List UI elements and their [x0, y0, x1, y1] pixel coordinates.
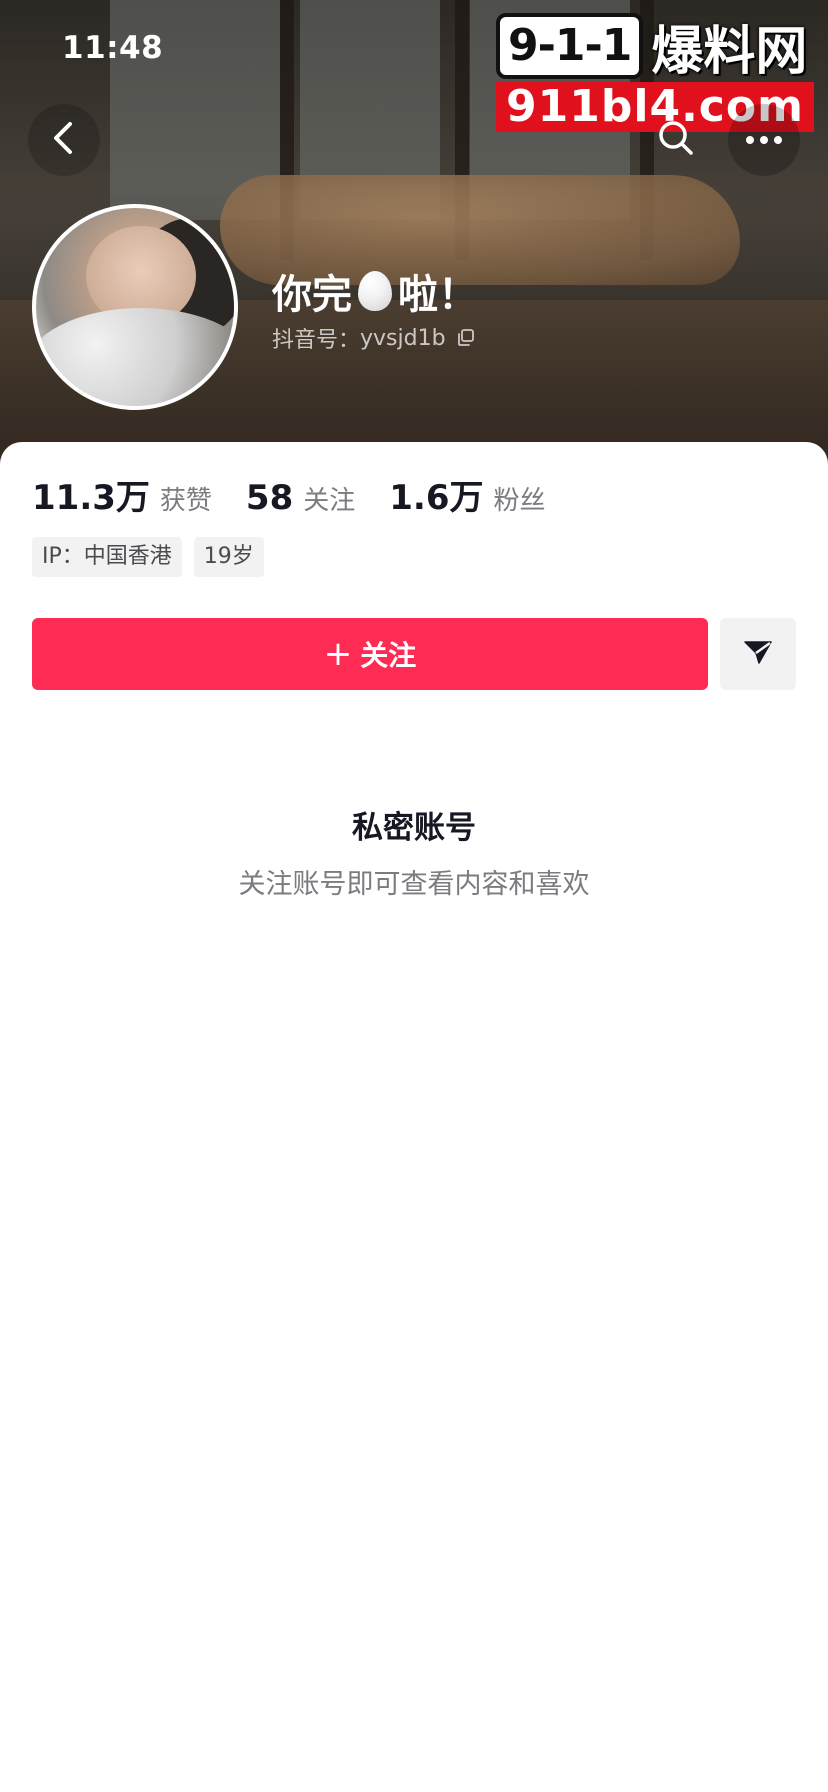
stat-following[interactable]: 58 关注: [246, 478, 355, 518]
stat-followers-value: 1.6万: [389, 478, 484, 518]
more-button[interactable]: [728, 104, 800, 176]
tag-age: 19岁: [193, 537, 264, 577]
send-icon: [742, 636, 774, 672]
search-button[interactable]: [640, 104, 712, 176]
follow-button-label: 关注: [360, 639, 417, 672]
search-icon: [656, 118, 696, 162]
follow-button[interactable]: + 关注: [32, 618, 708, 690]
profile-nickname: 你完 啦！: [272, 262, 478, 320]
stat-likes-value: 11.3万: [32, 478, 150, 518]
stat-following-label: 关注: [303, 486, 356, 516]
stat-following-value: 58: [245, 478, 294, 518]
profile-stats: 11.3万 获赞 58 关注 1.6万 粉丝: [32, 470, 580, 519]
stat-followers-label: 粉丝: [493, 486, 546, 516]
chevron-left-icon: [50, 118, 78, 162]
stat-likes[interactable]: 11.3万 获赞: [32, 470, 212, 519]
tag-ip-location: IP：中国香港: [32, 537, 182, 577]
more-dots-icon: [744, 131, 784, 150]
share-button[interactable]: [720, 618, 796, 690]
avatar[interactable]: [32, 204, 238, 410]
watermark-badge: 9-1-1: [496, 13, 644, 79]
private-account-subtitle: 关注账号即可查看内容和喜欢: [238, 869, 590, 900]
douyin-id-label: 抖音号：: [272, 328, 361, 353]
status-time: 11:48: [62, 30, 164, 66]
plus-icon: +: [323, 634, 353, 674]
watermark-name: 爆料网: [651, 21, 808, 82]
private-account-title: 私密账号: [352, 810, 476, 846]
stat-followers[interactable]: 1.6万 粉丝: [389, 470, 545, 519]
copy-icon[interactable]: [456, 328, 476, 348]
nickname-text-start: 你完: [272, 272, 352, 318]
douyin-id: 抖音号： yvsjd1b: [272, 322, 476, 354]
nickname-text-end: 啦！: [398, 272, 478, 318]
back-button[interactable]: [28, 104, 100, 176]
douyin-id-value: yvsjd1b: [360, 325, 446, 351]
profile-tags: IP：中国香港 19岁: [32, 537, 276, 577]
egg-emoji-icon: [358, 271, 392, 311]
stat-likes-label: 获赞: [159, 486, 212, 516]
